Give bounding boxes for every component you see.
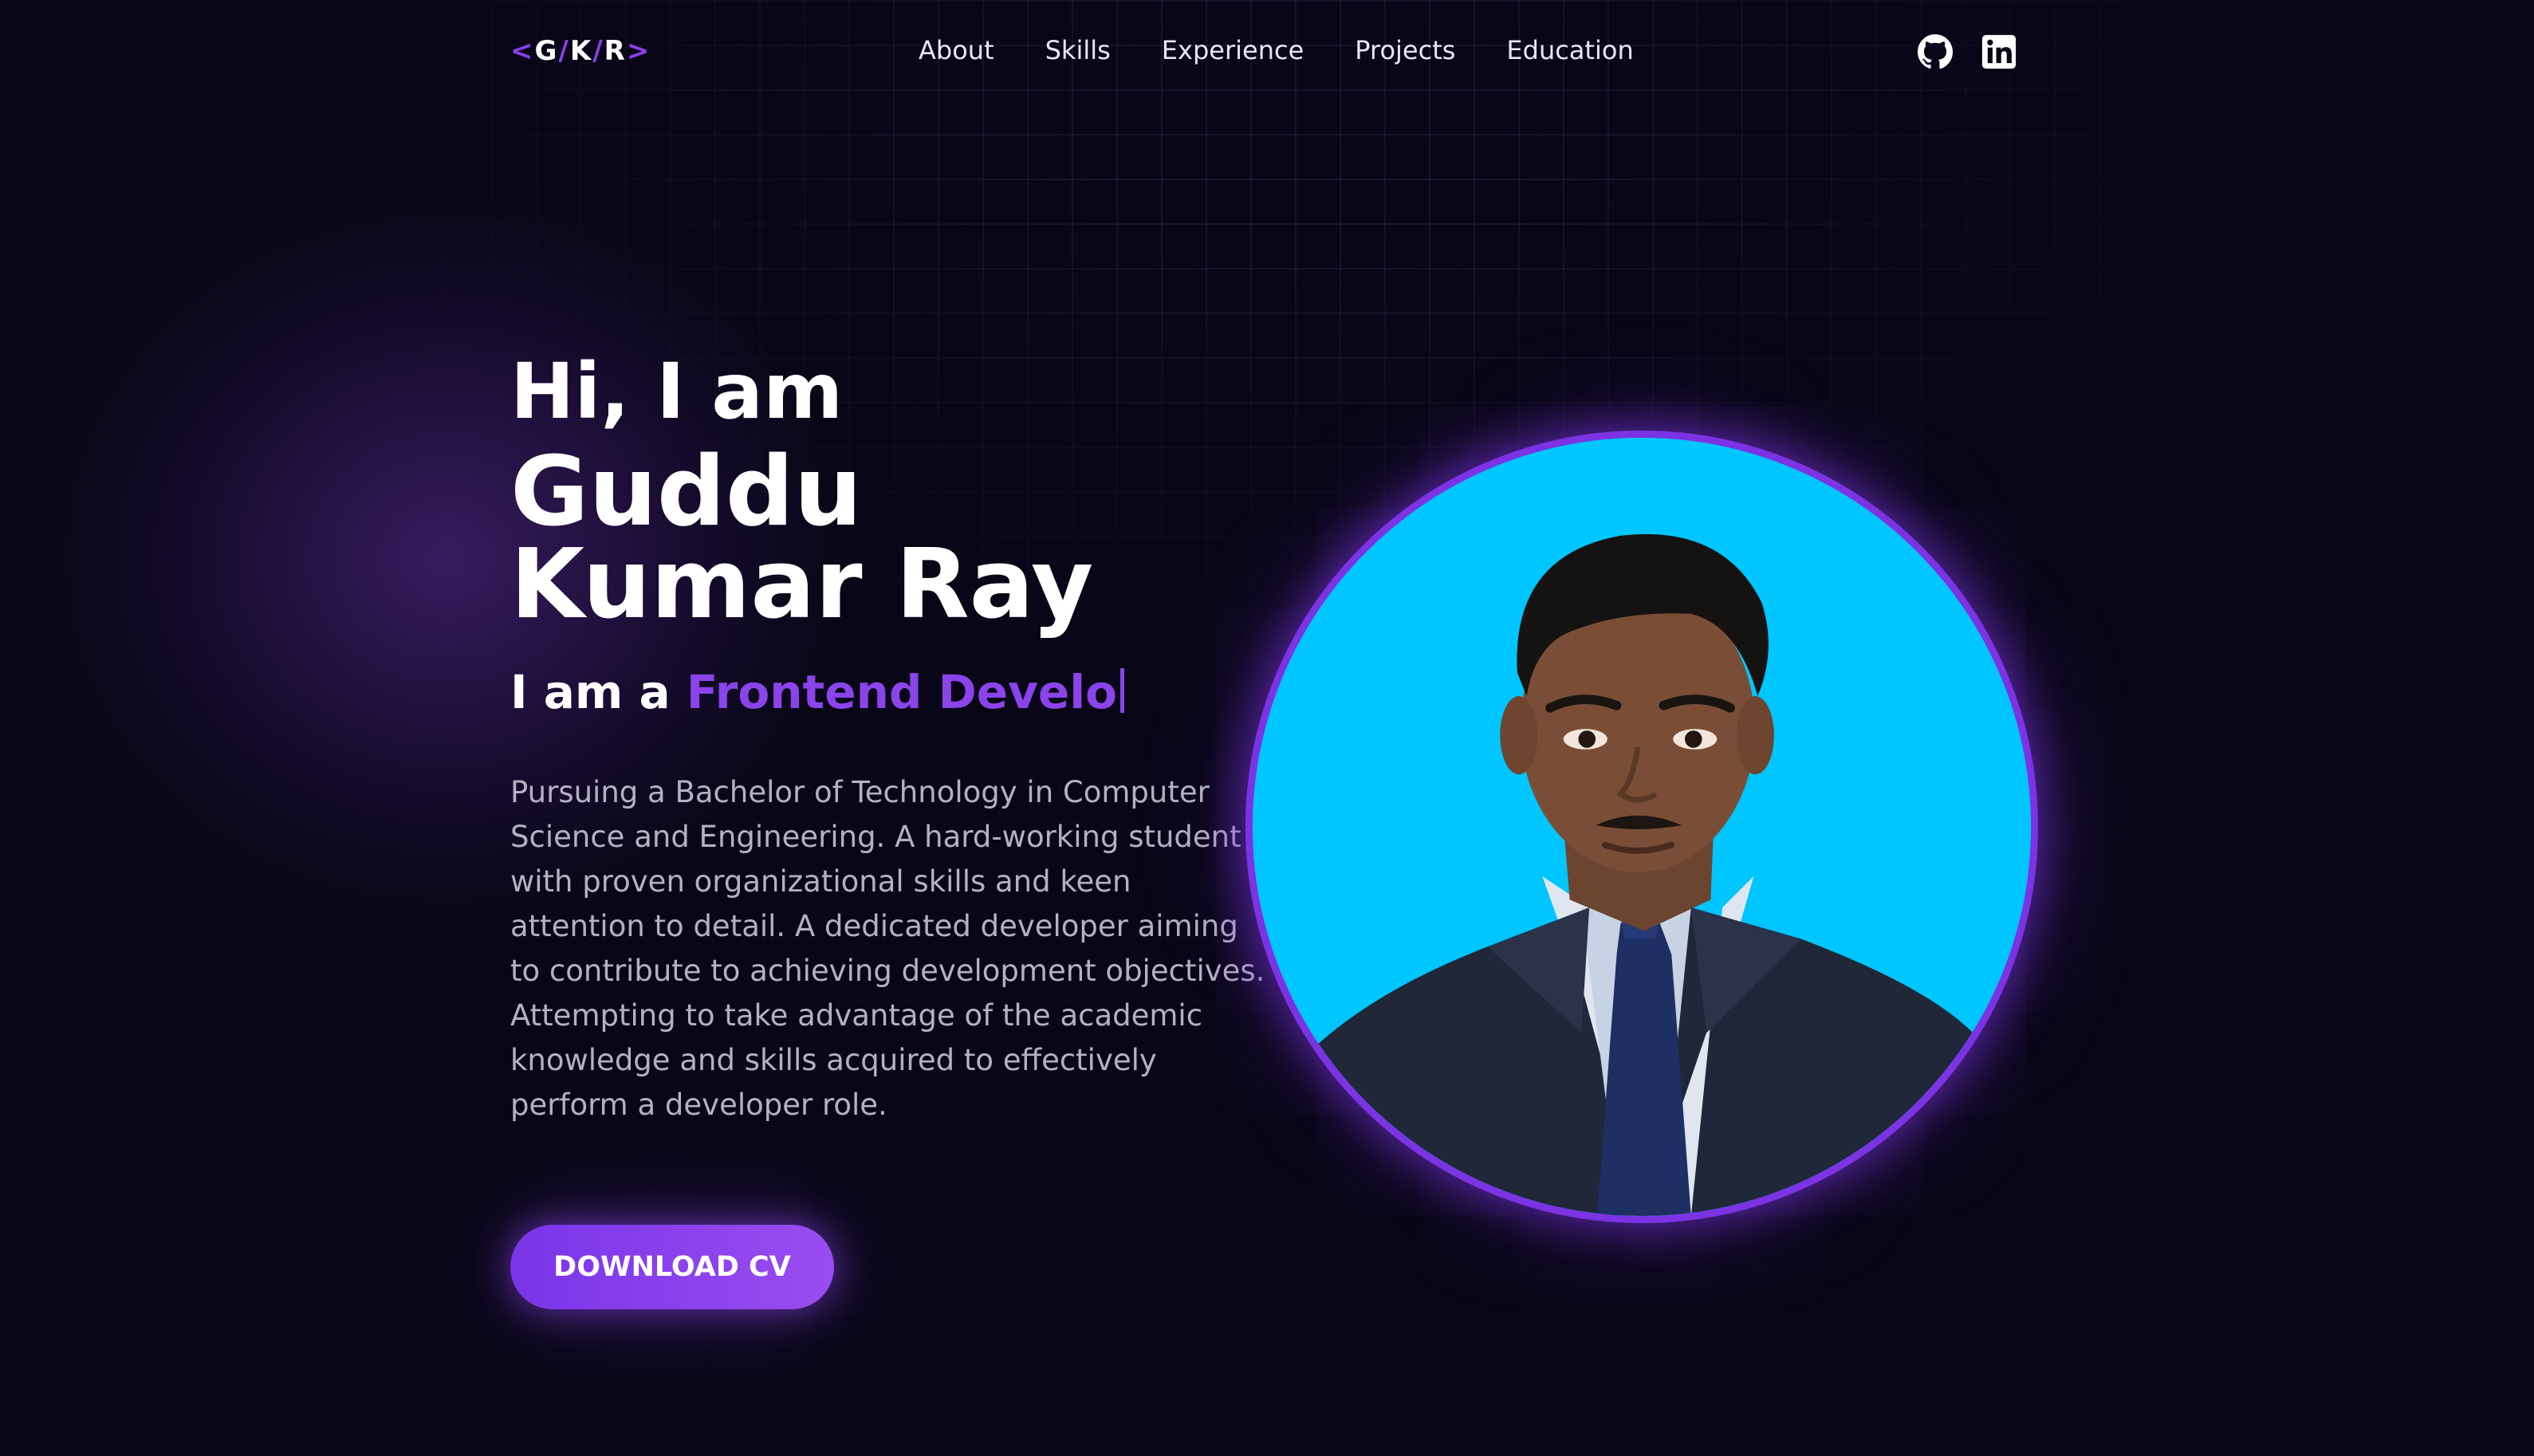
download-cv-button[interactable]: DOWNLOAD CV: [510, 1225, 834, 1309]
nav-link-projects[interactable]: Projects: [1355, 35, 1455, 65]
nav-links: About Skills Experience Projects Educati…: [919, 35, 1634, 65]
navbar: <G/K/R> About Skills Experience Projects…: [510, 29, 2017, 81]
nav-link-education[interactable]: Education: [1506, 35, 1633, 65]
hero-greeting: Hi, I am: [510, 347, 844, 436]
profile-photo-illustration: [1253, 438, 2031, 1216]
social-links: [1917, 33, 2017, 70]
nav-link-skills[interactable]: Skills: [1045, 35, 1111, 65]
profile-photo: [1245, 431, 2038, 1223]
hero-role: I am a Frontend Develo: [510, 660, 1124, 724]
github-icon: [1917, 33, 1954, 69]
nav-link-experience[interactable]: Experience: [1162, 35, 1304, 65]
hero-description: Pursuing a Bachelor of Technology in Com…: [510, 775, 1265, 1122]
role-prefix: I am a: [510, 665, 687, 719]
logo[interactable]: <G/K/R>: [510, 35, 651, 67]
linkedin-link[interactable]: [1981, 33, 2017, 70]
nav-link-about[interactable]: About: [919, 35, 994, 65]
linkedin-icon: [1981, 34, 2017, 69]
typing-cursor: [1119, 668, 1124, 713]
role-typed-text: Frontend Develo: [686, 665, 1117, 719]
hero-name: Guddu Kumar Ray: [510, 437, 1094, 640]
page: <G/K/R> About Skills Experience Projects…: [0, 0, 2534, 1456]
github-link[interactable]: [1917, 33, 1954, 70]
